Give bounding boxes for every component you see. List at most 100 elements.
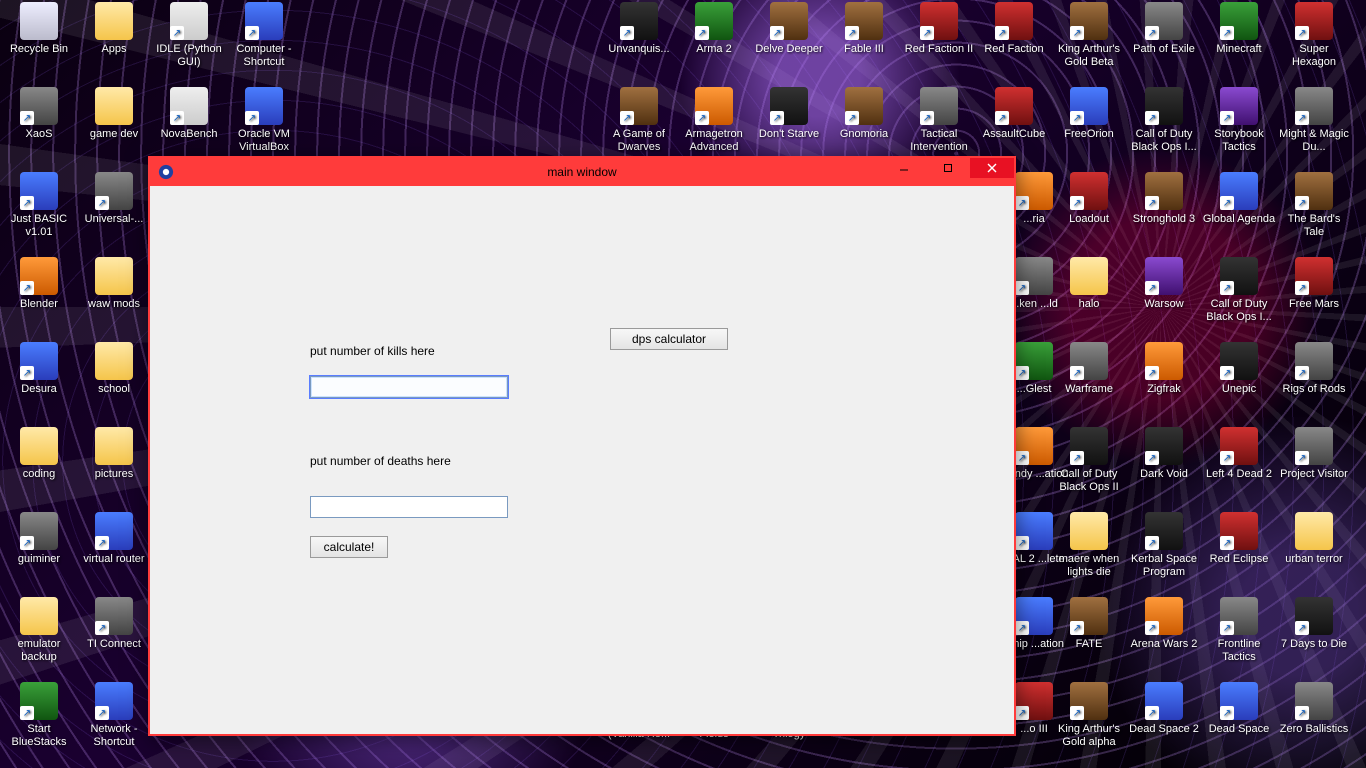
desktop-icon[interactable]: ↗Storybook Tactics: [1202, 87, 1276, 154]
desktop-icon-label: Start BlueStacks: [2, 723, 76, 749]
desktop-icon-label: Free Mars: [1277, 298, 1351, 311]
desktop-icon[interactable]: ↗Dark Void: [1127, 427, 1201, 481]
desktop-icon[interactable]: game dev: [77, 87, 151, 141]
desktop-icon[interactable]: ↗Loadout: [1052, 172, 1126, 226]
desktop-icon[interactable]: ↗Frontline Tactics: [1202, 597, 1276, 664]
desktop-icon[interactable]: halo: [1052, 257, 1126, 311]
desktop-icon[interactable]: ↗XaoS: [2, 87, 76, 141]
kills-input[interactable]: [310, 376, 508, 398]
desktop-icon[interactable]: ↗Computer - Shortcut: [227, 2, 301, 69]
desktop-icon[interactable]: ↗Fable III: [827, 2, 901, 56]
minimize-button[interactable]: [882, 158, 926, 178]
desktop-icon[interactable]: ↗Path of Exile: [1127, 2, 1201, 56]
desktop-icon[interactable]: ↗Call of Duty Black Ops II: [1052, 427, 1126, 494]
desktop-icon[interactable]: ↗TI Connect: [77, 597, 151, 651]
desktop-icon[interactable]: ↗Kerbal Space Program: [1127, 512, 1201, 579]
desktop-icon-label: Dark Void: [1127, 468, 1201, 481]
icon-glyph: ↗: [1015, 342, 1053, 380]
icon-glyph: [1070, 257, 1108, 295]
desktop-icon[interactable]: urban terror: [1277, 512, 1351, 566]
desktop-icon[interactable]: ↗Unepic: [1202, 342, 1276, 396]
desktop-icon[interactable]: school: [77, 342, 151, 396]
desktop-icon[interactable]: ↗Dead Space: [1202, 682, 1276, 736]
desktop-icon-label: Minecraft: [1202, 43, 1276, 56]
desktop-icon[interactable]: ↗King Arthur's Gold alpha: [1052, 682, 1126, 749]
desktop-icon[interactable]: ↗Unvanquis...: [602, 2, 676, 56]
shortcut-arrow-icon: ↗: [1295, 196, 1309, 210]
desktop-icon[interactable]: ↗Warframe: [1052, 342, 1126, 396]
desktop-icon[interactable]: ↗IDLE (Python GUI): [152, 2, 226, 69]
icon-glyph: ↗: [1070, 597, 1108, 635]
desktop-icon[interactable]: ↗Arena Wars 2: [1127, 597, 1201, 651]
desktop-icon[interactable]: maere when lights die: [1052, 512, 1126, 579]
dps-calculator-button[interactable]: dps calculator: [610, 328, 728, 350]
desktop-icon[interactable]: ↗Armagetron Advanced: [677, 87, 751, 154]
desktop-icon[interactable]: coding: [2, 427, 76, 481]
desktop-icon[interactable]: ↗Oracle VM VirtualBox: [227, 87, 301, 154]
desktop-icon[interactable]: ↗Call of Duty Black Ops I...: [1127, 87, 1201, 154]
desktop-icon[interactable]: ↗Arma 2: [677, 2, 751, 56]
desktop-icon[interactable]: ↗AssaultCube: [977, 87, 1051, 141]
desktop-icon[interactable]: ↗Project Visitor: [1277, 427, 1351, 481]
desktop-icon[interactable]: ↗Red Faction II: [902, 2, 976, 56]
desktop-icon[interactable]: ↗guiminer: [2, 512, 76, 566]
titlebar[interactable]: main window: [150, 158, 1014, 186]
desktop-icon[interactable]: ↗Network - Shortcut: [77, 682, 151, 749]
shortcut-arrow-icon: ↗: [245, 111, 259, 125]
close-button[interactable]: [970, 158, 1014, 178]
desktop-icon[interactable]: ↗Desura: [2, 342, 76, 396]
desktop-icon[interactable]: ↗Left 4 Dead 2: [1202, 427, 1276, 481]
shortcut-arrow-icon: ↗: [1070, 366, 1084, 380]
shortcut-arrow-icon: ↗: [1070, 196, 1084, 210]
desktop-icon-label: Dead Space 2: [1127, 723, 1201, 736]
desktop-icon[interactable]: ↗Global Agenda: [1202, 172, 1276, 226]
shortcut-arrow-icon: ↗: [1145, 706, 1159, 720]
icon-glyph: ↗: [1295, 172, 1333, 210]
icon-glyph: ↗: [1015, 682, 1053, 720]
desktop-icon[interactable]: ↗Call of Duty Black Ops I...: [1202, 257, 1276, 324]
desktop-icon[interactable]: Apps: [77, 2, 151, 56]
desktop-icon[interactable]: ↗Red Faction: [977, 2, 1051, 56]
calculate-button[interactable]: calculate!: [310, 536, 388, 558]
shortcut-arrow-icon: ↗: [1015, 451, 1029, 465]
desktop-icon[interactable]: ↗Stronghold 3: [1127, 172, 1201, 226]
shortcut-arrow-icon: ↗: [995, 26, 1009, 40]
shortcut-arrow-icon: ↗: [95, 706, 109, 720]
desktop-icon[interactable]: ↗Tactical Intervention: [902, 87, 976, 154]
desktop-icon[interactable]: ↗Zero Ballistics: [1277, 682, 1351, 736]
desktop-icon[interactable]: ↗Minecraft: [1202, 2, 1276, 56]
desktop-icon-label: virtual router: [77, 553, 151, 566]
desktop-icon[interactable]: ↗Universal-...: [77, 172, 151, 226]
desktop-icon[interactable]: ↗Rigs of Rods: [1277, 342, 1351, 396]
desktop-icon[interactable]: Recycle Bin: [2, 2, 76, 56]
desktop-icon[interactable]: ↗7 Days to Die: [1277, 597, 1351, 651]
desktop-icon[interactable]: ↗A Game of Dwarves: [602, 87, 676, 154]
desktop-icon[interactable]: emulator backup: [2, 597, 76, 664]
desktop-icon[interactable]: ↗ Dead Space 2: [1127, 682, 1201, 736]
desktop-icon[interactable]: ↗FATE: [1052, 597, 1126, 651]
desktop-icon[interactable]: ↗Gnomoria: [827, 87, 901, 141]
desktop-icon[interactable]: ↗Blender: [2, 257, 76, 311]
desktop-icon[interactable]: ↗King Arthur's Gold Beta: [1052, 2, 1126, 69]
desktop-icon[interactable]: pictures: [77, 427, 151, 481]
maximize-button[interactable]: [926, 158, 970, 178]
desktop-icon[interactable]: ↗virtual router: [77, 512, 151, 566]
desktop-icon[interactable]: ↗FreeOrion: [1052, 87, 1126, 141]
desktop-icon[interactable]: ↗Don't Starve: [752, 87, 826, 141]
desktop-icon[interactable]: ↗Red Eclipse: [1202, 512, 1276, 566]
desktop-icon[interactable]: ↗Delve Deeper: [752, 2, 826, 56]
desktop-icon[interactable]: ↗Zigfrak: [1127, 342, 1201, 396]
desktop-icon[interactable]: waw mods: [77, 257, 151, 311]
shortcut-arrow-icon: ↗: [995, 111, 1009, 125]
desktop-icon[interactable]: ↗Super Hexagon: [1277, 2, 1351, 69]
desktop-icon[interactable]: ↗Might & Magic Du...: [1277, 87, 1351, 154]
desktop-icon[interactable]: ↗Free Mars: [1277, 257, 1351, 311]
desktop-icon[interactable]: ↗Just BASIC v1.01: [2, 172, 76, 239]
deaths-input[interactable]: [310, 496, 508, 518]
desktop-icon-label: waw mods: [77, 298, 151, 311]
desktop-icon[interactable]: ↗The Bard's Tale: [1277, 172, 1351, 239]
desktop-icon[interactable]: ↗Warsow: [1127, 257, 1201, 311]
icon-glyph: [20, 2, 58, 40]
desktop-icon[interactable]: ↗NovaBench: [152, 87, 226, 141]
desktop-icon[interactable]: ↗Start BlueStacks: [2, 682, 76, 749]
